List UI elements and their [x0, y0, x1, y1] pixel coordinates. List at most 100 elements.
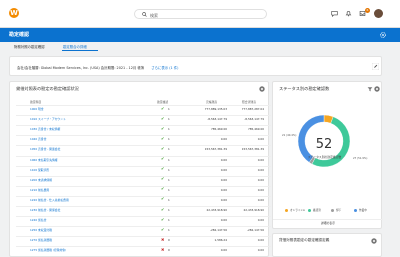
legend-swatch	[308, 208, 311, 212]
workday-logo[interactable]: W	[9, 8, 19, 18]
search-icon	[142, 12, 147, 17]
confirmed-check-icon: ✔	[161, 176, 165, 182]
confirmation-count[interactable]: 1	[168, 228, 170, 232]
confirmation-count[interactable]: 1	[168, 158, 170, 162]
confirmation-count[interactable]: 1	[168, 147, 170, 151]
row-divider	[16, 216, 271, 218]
confirmation-count[interactable]: 1	[168, 168, 170, 172]
legend-item[interactable]: 作業中	[354, 208, 367, 212]
reconciled-balance: 777,887,287.04	[241, 107, 264, 111]
row-divider	[16, 175, 271, 177]
definition-card: 貸借対照表勘定の勘定確認定義	[272, 233, 382, 257]
confirmation-count[interactable]: 1	[168, 107, 170, 111]
confirmed-check-icon: ✔	[161, 166, 165, 172]
col-header-ledger: 元帳残高	[206, 100, 218, 104]
ledger-balance: 153,567,381.39	[204, 147, 227, 152]
confirmed-check-icon: ✔	[161, 105, 165, 111]
ledger-balance: 0.00	[220, 187, 227, 192]
account-link[interactable]: 1060 未払取引先債権	[30, 158, 58, 162]
confirmation-count[interactable]: 1	[168, 188, 170, 192]
settings-icon[interactable]	[380, 32, 386, 38]
account-link[interactable]: 1210 前払費用	[30, 188, 49, 192]
status-chart-title: ステータス別の勘定確認数	[279, 86, 330, 91]
confirmation-count[interactable]: 1	[168, 117, 170, 121]
view-details-link[interactable]: 詳細の表示	[273, 221, 383, 225]
legend-item[interactable]: オンラインA	[285, 208, 305, 212]
chart-legend: オンラインA 確認済 却下 作業中	[285, 208, 380, 214]
filter-icon[interactable]	[367, 86, 373, 92]
reconciled-balance: 0.00	[257, 177, 264, 182]
edit-icon[interactable]	[372, 63, 379, 70]
card-settings-icon[interactable]	[259, 86, 265, 92]
donut-subtitle: ステータス別の勘定確認数	[307, 155, 342, 159]
confirmation-count[interactable]: 1	[168, 178, 170, 182]
confirmed-check-icon: ✔	[161, 216, 165, 222]
account-link[interactable]: 1100 受取手形	[30, 168, 49, 172]
unconfirmed-cross-icon: ✖	[161, 246, 165, 252]
legend-swatch	[285, 208, 288, 212]
confirmed-check-icon: ✔	[161, 226, 165, 232]
account-link[interactable]: 1270 仮払消費税	[30, 238, 52, 242]
account-link[interactable]: 1230 前払金 - 関係会社	[30, 208, 60, 212]
user-avatar[interactable]	[374, 9, 383, 18]
reconciled-balance: 22,433,918.90	[243, 208, 264, 212]
reconciled-balance: -282,147.56	[246, 228, 264, 233]
confirmation-count[interactable]: 0	[168, 248, 170, 252]
reconciled-balance: 153,567,381.39	[241, 147, 264, 152]
ledger-balance: 1,586.24	[214, 238, 227, 243]
tab-reconciliation-detail[interactable]: 勘定照合の詳細	[63, 44, 87, 49]
confirmation-count[interactable]: 1	[168, 137, 170, 141]
definition-card-menu-icon[interactable]	[371, 238, 377, 244]
reconciled-balance: 0.00	[257, 248, 264, 253]
account-link[interactable]: 1250 未収還付税	[30, 228, 52, 232]
legend-item[interactable]: 却下	[331, 208, 341, 212]
more-link[interactable]: さらに表示 (1 件)	[151, 66, 178, 70]
reconciled-balance: 0.00	[257, 238, 264, 243]
reconciled-balance: -8,563,147.79	[244, 117, 264, 122]
search-box[interactable]: 検索	[134, 9, 267, 19]
confirmed-check-icon: ✔	[161, 145, 165, 151]
tab-balance-sheet-confirmation[interactable]: 財務対照の勘定確認	[14, 44, 45, 49]
legend-label: オンラインA	[290, 209, 305, 212]
notification-badge: 6	[365, 8, 370, 13]
account-link[interactable]: 1220 前払金 - 仕入先前払費用	[30, 198, 69, 202]
definition-card-title: 貸借対照表勘定の勘定確認定義	[279, 238, 330, 242]
ledger-balance: -282,147.56	[209, 228, 227, 233]
account-link[interactable]: 1010 スイープ・アカウント	[30, 117, 66, 121]
legend-label: 作業中	[359, 209, 367, 212]
legend-label: 却下	[336, 209, 342, 212]
legend-label: 確認済	[313, 209, 321, 212]
tab-bar: 財務対照の勘定確認 勘定照合の詳細	[0, 42, 400, 52]
account-link[interactable]: 1000 現金	[30, 107, 44, 111]
confirmation-count[interactable]: 1	[168, 208, 170, 212]
search-input[interactable]: 検索	[150, 13, 158, 19]
account-link[interactable]: 1040 売掛金	[30, 137, 46, 141]
chat-icon[interactable]	[331, 10, 338, 17]
active-tab-indicator	[62, 50, 98, 51]
svg-text:W: W	[10, 9, 18, 17]
ledger-balance: 777,889,135.03	[204, 107, 227, 111]
row-divider	[16, 115, 271, 117]
confirmation-count[interactable]: 0	[168, 238, 170, 242]
card-menu-icon[interactable]	[374, 86, 380, 92]
account-link[interactable]: 1200 未請求債権	[30, 178, 52, 182]
row-divider	[16, 185, 271, 187]
account-link[interactable]: 1240 仮払金	[30, 218, 46, 222]
row-divider	[16, 125, 271, 127]
legend-item[interactable]: 確認済	[308, 208, 321, 212]
slice-label-working: 21 (40.4%)	[282, 134, 297, 137]
ledger-balance: 0.00	[220, 177, 227, 182]
top-bar: W 検索 6	[0, 0, 400, 28]
account-link[interactable]: 1050 売掛金 - 関連会社	[30, 147, 60, 151]
confirmation-count[interactable]: 1	[168, 198, 170, 202]
confirmation-count[interactable]: 1	[168, 127, 170, 131]
confirmation-count[interactable]: 1	[168, 218, 170, 222]
confirmed-check-icon: ✔	[161, 135, 165, 141]
account-link[interactable]: 1030 売掛金 / 未収債権	[30, 127, 60, 131]
bell-icon[interactable]	[345, 10, 352, 17]
account-link[interactable]: 1275 仮払消費税 (控除対象)	[30, 248, 66, 252]
confirmed-check-icon: ✔	[161, 206, 165, 212]
page-title: 勘定確認	[9, 32, 30, 38]
slice-label-confirmed: 27 (51.9%)	[353, 157, 368, 160]
row-divider	[16, 246, 271, 248]
